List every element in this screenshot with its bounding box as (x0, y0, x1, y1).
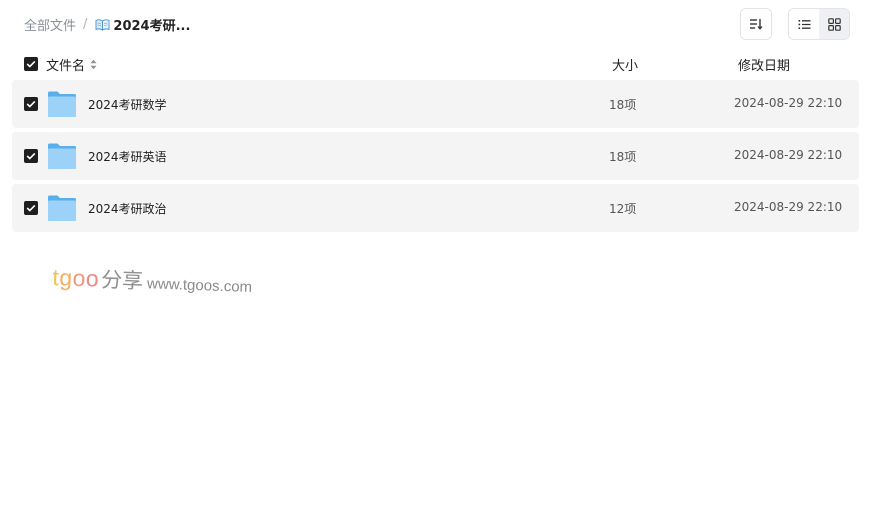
column-header-modified: 修改日期 (738, 59, 791, 74)
watermark-url: www.tgoos.com (146, 275, 253, 296)
breadcrumb: 全部文件 / 2024考研... (24, 15, 190, 34)
watermark: tgoo 分享 www.tgoos.com (52, 262, 253, 299)
grid-view-button[interactable] (819, 9, 849, 39)
file-list: 2024考研数学 18项 2024-08-29 22:10 2024考研英语 1… (12, 80, 859, 236)
breadcrumb-separator: / (83, 17, 88, 32)
folder-icon (48, 195, 76, 221)
view-mode-toggle (788, 8, 850, 40)
list-view-icon (798, 19, 810, 29)
row-modified-date: 2024-08-29 22:10 (734, 96, 843, 110)
list-view-button[interactable] (789, 9, 819, 39)
table-header: 文件名 大小 修改日期 (24, 54, 850, 74)
breadcrumb-current: 2024考研... (113, 19, 191, 34)
checkmark-icon (26, 100, 36, 108)
table-row[interactable]: 2024考研数学 18项 2024-08-29 22:10 (12, 80, 859, 128)
sort-caret-icon (90, 59, 97, 70)
folder-icon (48, 91, 76, 117)
row-file-name: 2024考研政治 (88, 202, 167, 216)
sort-button[interactable] (740, 8, 772, 40)
row-checkbox[interactable] (24, 149, 38, 163)
row-modified-date: 2024-08-29 22:10 (734, 200, 843, 214)
open-book-icon (95, 18, 110, 31)
row-modified-date: 2024-08-29 22:10 (734, 148, 843, 162)
watermark-cn-text: 分享 (100, 267, 144, 294)
row-file-name: 2024考研数学 (88, 98, 167, 112)
row-file-size: 18项 (609, 98, 637, 112)
row-checkbox[interactable] (24, 97, 38, 111)
checkmark-icon (26, 204, 36, 212)
row-checkbox[interactable] (24, 201, 38, 215)
column-header-name-label: 文件名 (46, 59, 86, 74)
sort-list-icon (750, 19, 763, 30)
column-header-size: 大小 (612, 59, 639, 74)
table-row[interactable]: 2024考研政治 12项 2024-08-29 22:10 (12, 184, 859, 232)
row-file-size: 18项 (609, 150, 637, 164)
checkmark-icon (26, 60, 36, 68)
watermark-brand: tgoo (52, 263, 100, 292)
row-file-name: 2024考研英语 (88, 150, 167, 164)
row-file-size: 12项 (609, 202, 637, 216)
breadcrumb-root-link[interactable]: 全部文件 (24, 15, 76, 34)
column-header-name[interactable]: 文件名 (46, 55, 97, 74)
grid-view-icon (827, 17, 841, 31)
folder-icon (48, 143, 76, 169)
checkmark-icon (26, 152, 36, 160)
select-all-checkbox[interactable] (24, 57, 38, 71)
top-bar: 全部文件 / 2024考研... (24, 8, 850, 40)
table-row[interactable]: 2024考研英语 18项 2024-08-29 22:10 (12, 132, 859, 180)
